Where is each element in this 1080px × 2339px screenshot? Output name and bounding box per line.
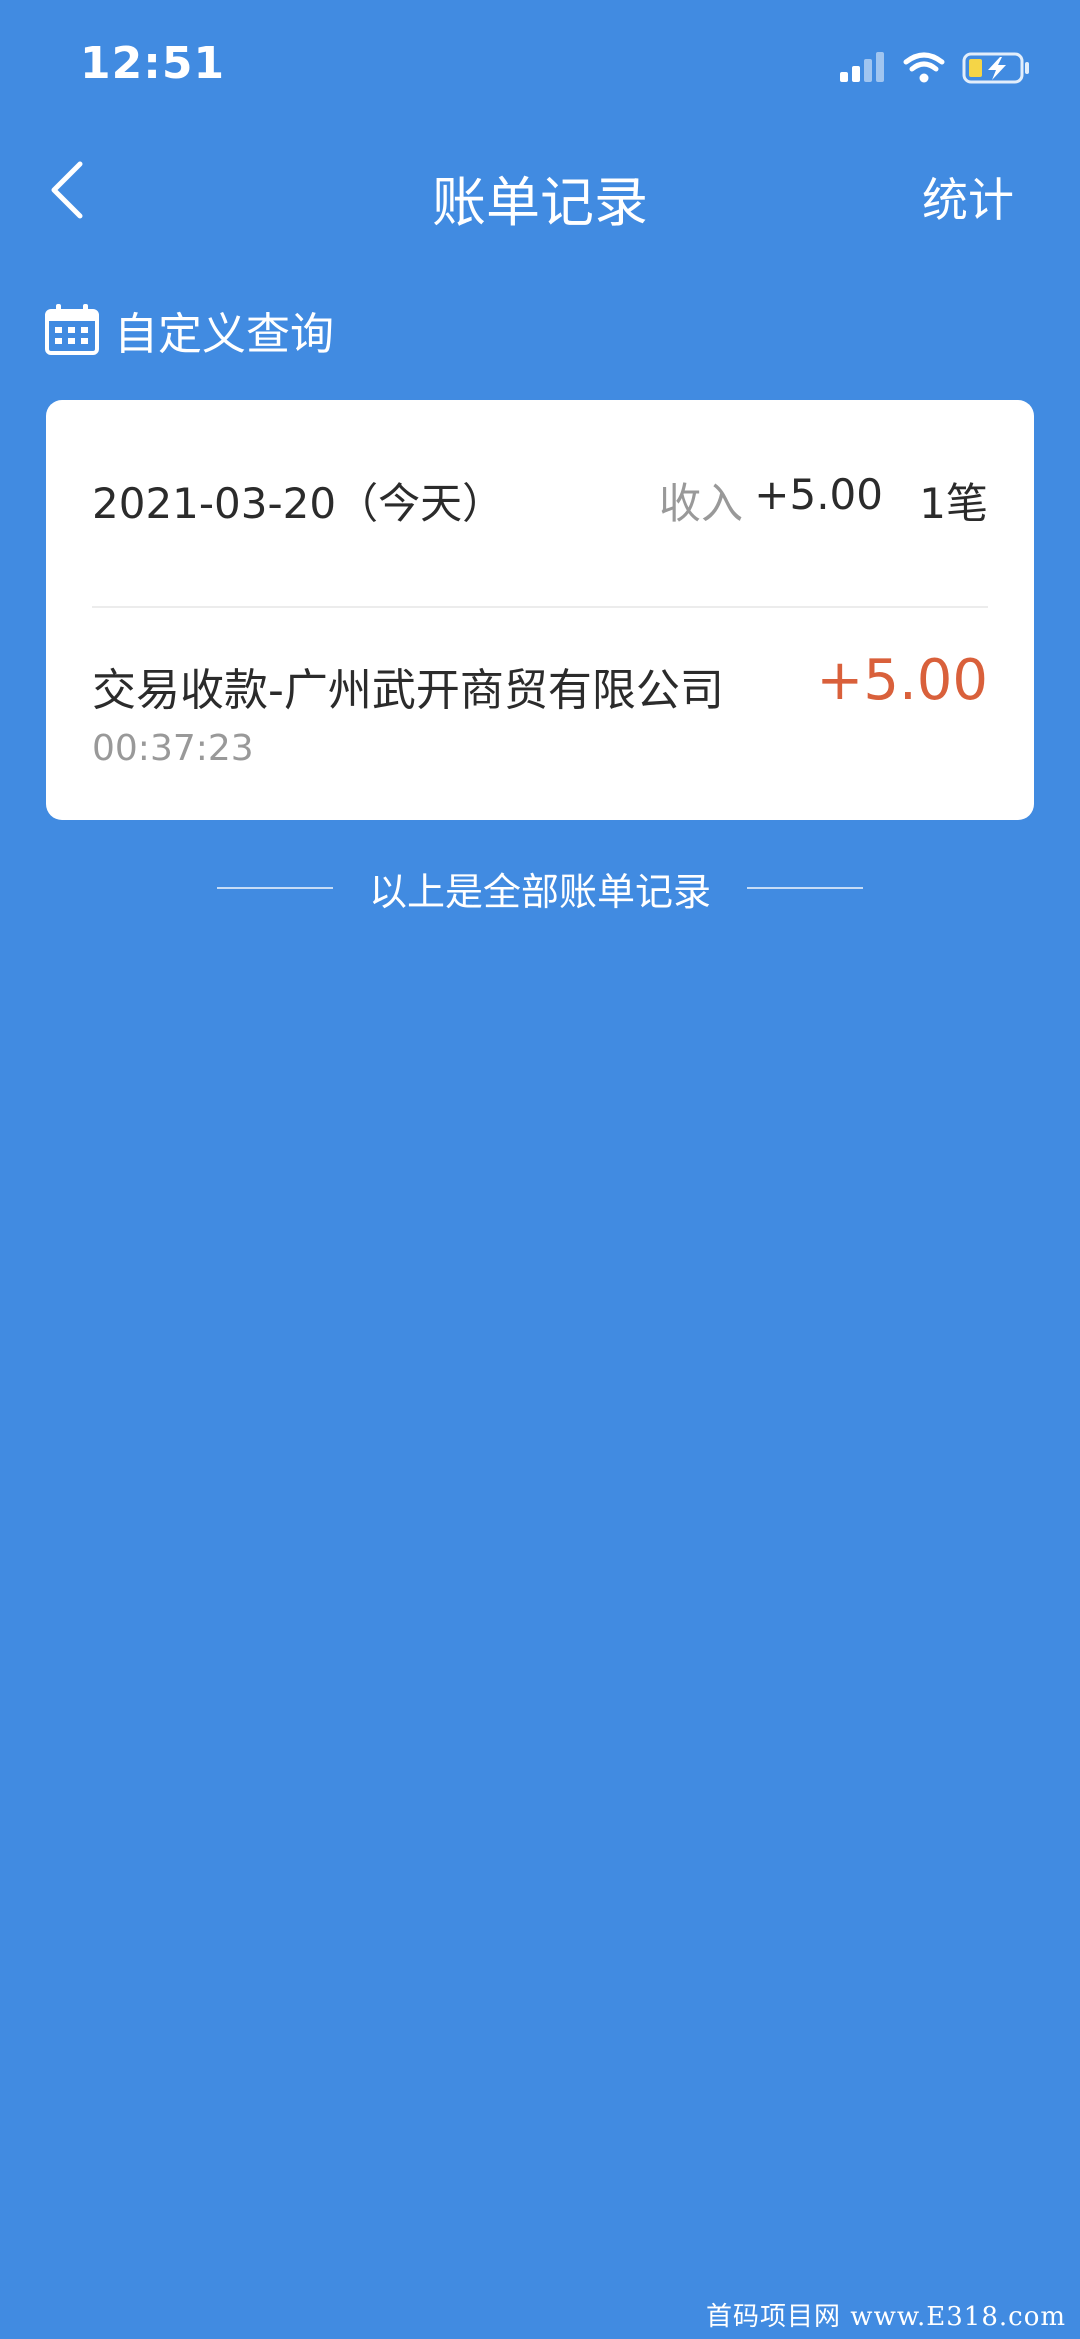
watermark: 首码项目网 www.E318.com: [706, 2302, 1066, 2332]
cellular-signal-icon: [840, 52, 884, 82]
day-summary: 2021-03-20（今天） 收入 +5.00 1笔: [92, 470, 988, 530]
nav-bar: 账单记录 统计: [0, 140, 1080, 240]
transaction-count: 1笔: [919, 479, 988, 528]
income-amount: +5.00: [754, 470, 883, 519]
wifi-icon: [903, 52, 945, 83]
status-icons: [840, 50, 1040, 86]
end-of-list-text: 以上是全部账单记录: [368, 869, 711, 914]
end-of-list-note: 以上是全部账单记录: [0, 858, 1080, 918]
status-time: 12:51: [80, 38, 226, 89]
calendar-icon: [45, 304, 99, 355]
page-title: 账单记录: [432, 171, 648, 234]
transaction-amount: +5.00: [816, 648, 988, 713]
custom-query-button[interactable]: 自定义查询: [44, 300, 334, 360]
custom-query-label: 自定义查询: [114, 309, 334, 360]
status-bar: 12:51: [0, 0, 1080, 130]
transaction-row[interactable]: 交易收款-广州武开商贸有限公司 00:37:23 +5.00: [92, 640, 988, 790]
stats-button[interactable]: 统计: [922, 164, 1014, 230]
transaction-title: 交易收款-广州武开商贸有限公司: [92, 665, 724, 716]
divider-left: [216, 887, 333, 889]
income-label: 收入: [658, 479, 743, 528]
transaction-time: 00:37:23: [92, 728, 254, 769]
divider: [92, 606, 988, 608]
battery-charging-icon: [962, 52, 1029, 84]
bill-card: 2021-03-20（今天） 收入 +5.00 1笔 交易收款-广州武开商贸有限…: [46, 400, 1034, 820]
divider-right: [747, 887, 863, 889]
date-label: 2021-03-20（今天）: [92, 479, 505, 528]
